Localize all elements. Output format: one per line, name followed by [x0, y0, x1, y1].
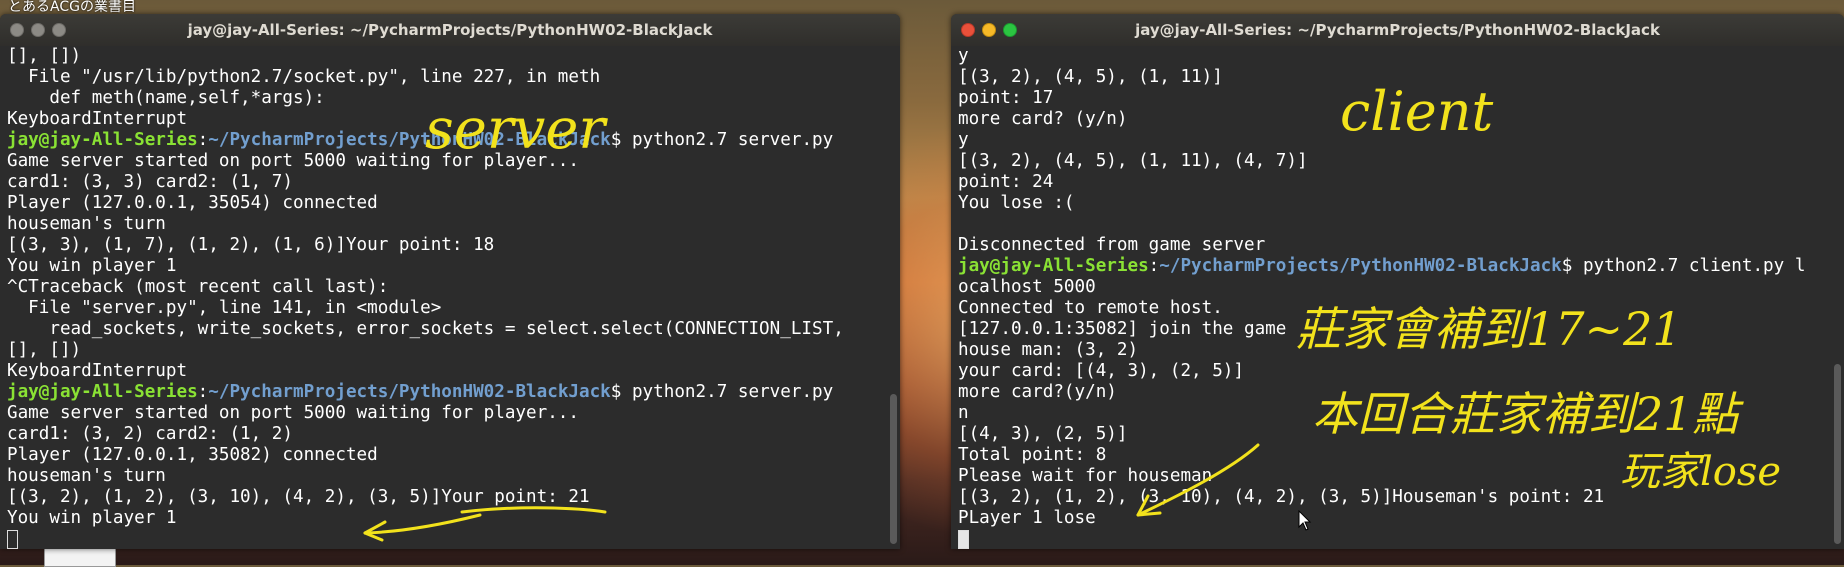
output-line: You lose :(: [958, 193, 1075, 213]
output-line: read_sockets, write_sockets, error_socke…: [7, 319, 844, 339]
prompt-line: jay@jay-All-Series:~/PycharmProjects/Pyt…: [958, 256, 1844, 277]
output-line: [(3, 3), (1, 7), (1, 2), (1, 6)]Your poi…: [7, 235, 495, 255]
output-line: Total point: 8: [958, 445, 1107, 465]
text-cursor[interactable]: [958, 529, 969, 549]
output-line: Player (127.0.0.1, 35054) connected: [7, 193, 378, 213]
cursor-line: [958, 529, 1844, 549]
output-line: Please wait for houseman: [958, 466, 1213, 486]
output-line: KeyboardInterrupt: [7, 361, 188, 381]
output-line: [(4, 3), (2, 5)]: [958, 424, 1128, 444]
prompt-separator: :: [197, 130, 209, 150]
window-titlebar[interactable]: jay@jay-All-Series: ~/PycharmProjects/Py…: [951, 14, 1844, 46]
output-line: your card: [(4, 3), (2, 5)]: [958, 361, 1244, 381]
output-line: y: [958, 130, 969, 150]
output-line: File "/usr/lib/python2.7/socket.py", lin…: [7, 67, 601, 87]
output-line: ^CTraceback (most recent call last):: [7, 277, 389, 297]
output-line: house man: (3, 2): [958, 340, 1139, 360]
output-line: PLayer 1 lose: [958, 508, 1096, 528]
output-line: [], []): [7, 340, 82, 360]
window-titlebar[interactable]: jay@jay-All-Series: ~/PycharmProjects/Py…: [0, 14, 900, 46]
output-line: ocalhost 5000: [958, 277, 1096, 297]
output-line: KeyboardInterrupt: [7, 109, 188, 129]
output-line: You win player 1: [7, 508, 177, 528]
output-line: houseman's turn: [7, 466, 166, 486]
scrollbar[interactable]: [1834, 364, 1841, 544]
window-title: jay@jay-All-Series: ~/PycharmProjects/Py…: [187, 21, 713, 39]
maximize-button[interactable]: [1003, 23, 1017, 37]
terminal-output[interactable]: y [(3, 2), (4, 5), (1, 11)] point: 17 more …: [951, 46, 1844, 549]
output-line: [(3, 2), (4, 5), (1, 11)]: [958, 67, 1223, 87]
output-line: n: [958, 403, 969, 423]
text-cursor[interactable]: [7, 529, 18, 549]
output-line: [(3, 2), (4, 5), (1, 11), (4, 7)]: [958, 151, 1308, 171]
output-line: more card?(y/n): [958, 382, 1117, 402]
prompt-user: jay@jay-All-Series: [958, 256, 1149, 276]
output-line: Disconnected from game server: [958, 235, 1266, 255]
output-line: card1: (3, 2) card2: (1, 2): [7, 424, 293, 444]
command-text: $ python2.7 server.py: [610, 382, 834, 402]
output-line: Player (127.0.0.1, 35082) connected: [7, 445, 378, 465]
prompt-line: jay@jay-All-Series:~/PycharmProjects/Pyt…: [7, 382, 900, 403]
prompt-separator: :: [197, 382, 209, 402]
maximize-button[interactable]: [52, 23, 66, 37]
close-button[interactable]: [961, 23, 975, 37]
prompt-separator: :: [1148, 256, 1160, 276]
output-line: [(3, 2), (1, 2), (3, 10), (4, 2), (3, 5)…: [7, 487, 590, 507]
client-terminal-window[interactable]: jay@jay-All-Series: ~/PycharmProjects/Py…: [951, 14, 1844, 549]
prompt-path: ~/PycharmProjects/PythonHW02-BlackJack: [208, 382, 611, 402]
prompt-user: jay@jay-All-Series: [7, 382, 198, 402]
output-line: y: [958, 46, 969, 66]
server-terminal-window[interactable]: jay@jay-All-Series: ~/PycharmProjects/Py…: [0, 14, 900, 549]
close-button[interactable]: [10, 23, 24, 37]
output-line: File "server.py", line 141, in <module>: [7, 298, 442, 318]
window-title: jay@jay-All-Series: ~/PycharmProjects/Py…: [1135, 21, 1660, 39]
minimize-button[interactable]: [982, 23, 996, 37]
output-line: [], []): [7, 46, 82, 66]
output-line: Game server started on port 5000 waiting…: [7, 151, 579, 171]
output-line: def meth(name,self,*args):: [7, 88, 325, 108]
cursor-line: [7, 529, 900, 549]
command-text: $ python2.7 server.py: [610, 130, 834, 150]
output-line: point: 24: [958, 172, 1054, 192]
terminal-output[interactable]: [], []) File "/usr/lib/python2.7/socket.…: [0, 46, 900, 549]
prompt-path: ~/PycharmProjects/PythonHW02-BlackJack: [1159, 256, 1562, 276]
output-line: [127.0.0.1:35082] join the game: [958, 319, 1287, 339]
prompt-path: ~/PycharmProjects/PythonHW02-BlackJack: [208, 130, 611, 150]
prompt-user: jay@jay-All-Series: [7, 130, 198, 150]
output-line: houseman's turn: [7, 214, 166, 234]
output-line: card1: (3, 3) card2: (1, 7): [7, 172, 293, 192]
output-line: You win player 1: [7, 256, 177, 276]
mouse-pointer-icon: [1298, 510, 1312, 531]
scrollbar[interactable]: [890, 394, 897, 544]
output-line: [(3, 2), (1, 2), (3, 10), (4, 2), (3, 5)…: [958, 487, 1605, 507]
output-line: point: 17: [958, 88, 1054, 108]
output-line: Game server started on port 5000 waiting…: [7, 403, 579, 423]
output-line: more card? (y/n): [958, 109, 1128, 129]
prompt-line: jay@jay-All-Series:~/PycharmProjects/Pyt…: [7, 130, 900, 151]
output-line: Connected to remote host.: [958, 298, 1223, 318]
minimize-button[interactable]: [31, 23, 45, 37]
command-text: $ python2.7 client.py l: [1561, 256, 1806, 276]
